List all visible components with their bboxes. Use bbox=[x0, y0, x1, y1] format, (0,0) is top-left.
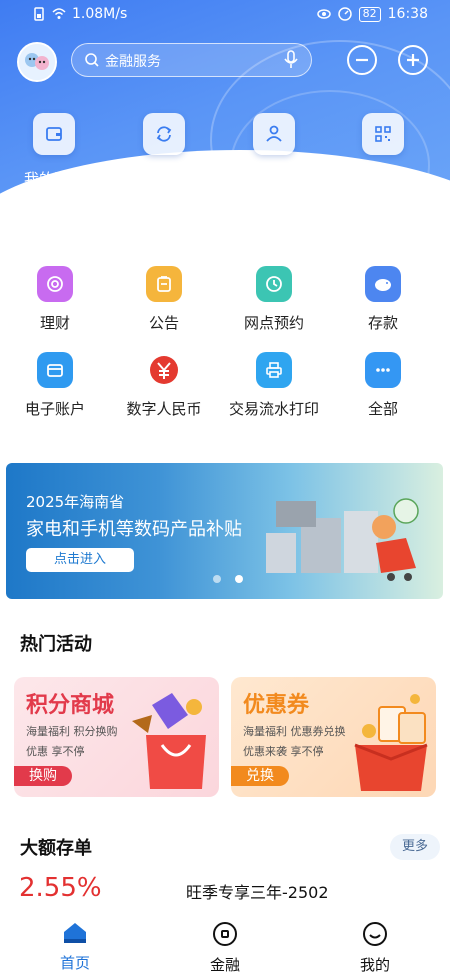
service-all[interactable]: 全部 bbox=[328, 352, 438, 419]
clock-time: 16:38 bbox=[387, 6, 428, 22]
service-label: 全部 bbox=[367, 400, 398, 418]
battery-level: 82 bbox=[358, 6, 381, 22]
quick-action-my-account[interactable]: 我的账户 bbox=[4, 113, 104, 189]
search-bar[interactable]: 金融服务 bbox=[71, 43, 312, 77]
nav-label: 首页 bbox=[59, 954, 90, 972]
yuan-icon bbox=[146, 352, 182, 388]
target-icon bbox=[37, 266, 73, 302]
speedometer-icon bbox=[337, 7, 352, 21]
piggy-icon bbox=[365, 266, 401, 302]
nav-home[interactable]: 首页 bbox=[35, 921, 115, 973]
qr-icon bbox=[362, 113, 404, 155]
printer-icon bbox=[256, 352, 292, 388]
card-desc: 海量福利 积分换购 bbox=[26, 725, 118, 738]
service-label: 网点预约 bbox=[243, 314, 304, 332]
service-label: 电子账户 bbox=[24, 400, 85, 418]
redeem-button[interactable]: 换购 bbox=[14, 766, 72, 786]
deposit-section-title: 大额存单 bbox=[20, 838, 92, 859]
card-title: 优惠券 bbox=[243, 693, 310, 718]
wifi-icon bbox=[52, 8, 66, 19]
clock-icon bbox=[256, 266, 292, 302]
microphone-icon[interactable] bbox=[283, 50, 299, 70]
deposit-rate: 2.55% bbox=[19, 873, 102, 903]
shopping-bag-icon bbox=[132, 693, 206, 789]
quick-action-label: 扫码付款 bbox=[352, 170, 413, 188]
nav-me[interactable]: 我的 bbox=[335, 921, 415, 975]
appliances-illustration bbox=[266, 498, 419, 581]
notice-icon bbox=[146, 266, 182, 302]
top-bar: 金融服务 bbox=[0, 40, 450, 84]
bottom-nav: 首页 金融 我的 bbox=[0, 913, 450, 975]
search-icon bbox=[85, 53, 99, 67]
service-digital-rmb[interactable]: 数字人民币 bbox=[109, 352, 219, 419]
card-desc: 优惠 享不停 bbox=[26, 745, 85, 758]
quick-action-scan-pay[interactable]: 扫码付款 bbox=[333, 113, 433, 189]
card-icon bbox=[37, 352, 73, 388]
quick-action-personal-loan[interactable]: 个人贷款 bbox=[224, 113, 324, 189]
points-mall-card[interactable]: 积分商城 海量福利 积分换购 优惠 享不停 换购 bbox=[14, 677, 219, 797]
loan-icon bbox=[253, 113, 295, 155]
coupon-card[interactable]: 优惠券 海量福利 优惠券兑换 优惠来袭 享不停 兑换 bbox=[231, 677, 436, 797]
transfer-icon bbox=[143, 113, 185, 155]
nav-label: 金融 bbox=[209, 956, 240, 974]
service-label: 交易流水打印 bbox=[228, 400, 319, 418]
eye-icon bbox=[316, 9, 331, 19]
quick-action-label: 我的账户 bbox=[23, 170, 84, 188]
banner-title: 家电和手机等数码产品补贴 bbox=[26, 519, 242, 540]
quick-action-label: 转账汇款 bbox=[133, 170, 194, 188]
card-desc: 优惠来袭 享不停 bbox=[243, 745, 324, 758]
minus-circle-icon[interactable] bbox=[346, 44, 378, 76]
avatar[interactable] bbox=[17, 42, 57, 82]
carousel-dot[interactable] bbox=[213, 575, 221, 583]
quick-action-transfer[interactable]: 转账汇款 bbox=[114, 113, 214, 189]
network-speed: 1.08M/s bbox=[72, 6, 128, 22]
nav-finance[interactable]: 金融 bbox=[185, 921, 265, 975]
service-label: 数字人民币 bbox=[126, 400, 202, 418]
quick-action-label: 个人贷款 bbox=[243, 170, 304, 188]
avatar-image bbox=[19, 44, 55, 80]
gift-box-icon bbox=[354, 694, 428, 791]
card-title: 积分商城 bbox=[26, 693, 115, 718]
exchange-button[interactable]: 兑换 bbox=[231, 766, 289, 786]
service-branch-booking[interactable]: 网点预约 bbox=[219, 266, 329, 333]
sim-icon bbox=[34, 7, 44, 21]
service-deposit[interactable]: 存款 bbox=[328, 266, 438, 333]
banner-cta-button[interactable]: 点击进入 bbox=[26, 548, 134, 572]
hot-activities-title: 热门活动 bbox=[20, 634, 92, 655]
carousel-dot-active[interactable] bbox=[235, 575, 243, 583]
plus-circle-icon[interactable] bbox=[397, 44, 429, 76]
nav-label: 我的 bbox=[359, 956, 390, 974]
status-bar: 1.08M/s 82 16:38 bbox=[0, 0, 450, 30]
finance-icon bbox=[213, 922, 237, 946]
service-wealth[interactable]: 理财 bbox=[0, 266, 110, 333]
home-icon bbox=[64, 923, 86, 943]
service-label: 存款 bbox=[367, 314, 398, 332]
promo-banner[interactable]: 2025年海南省 家电和手机等数码产品补贴 点击进入 bbox=[6, 463, 443, 599]
more-button[interactable]: 更多 bbox=[390, 834, 440, 860]
search-placeholder: 金融服务 bbox=[105, 54, 161, 70]
banner-year: 2025年海南省 bbox=[26, 493, 125, 511]
service-statement-print[interactable]: 交易流水打印 bbox=[219, 352, 329, 419]
service-e-account[interactable]: 电子账户 bbox=[0, 352, 110, 419]
card-desc: 海量福利 优惠券兑换 bbox=[243, 725, 346, 738]
service-label: 公告 bbox=[148, 314, 179, 332]
header-hero: 1.08M/s 82 16:38 金融服务 我的账户 转账汇款 个人贷款 扫码付… bbox=[0, 0, 450, 245]
service-notice[interactable]: 公告 bbox=[109, 266, 219, 333]
more-icon bbox=[365, 352, 401, 388]
wallet-icon bbox=[33, 113, 75, 155]
service-label: 理财 bbox=[39, 314, 70, 332]
deposit-product-name[interactable]: 旺季专享三年-2502 bbox=[186, 879, 329, 903]
me-icon bbox=[363, 922, 387, 946]
